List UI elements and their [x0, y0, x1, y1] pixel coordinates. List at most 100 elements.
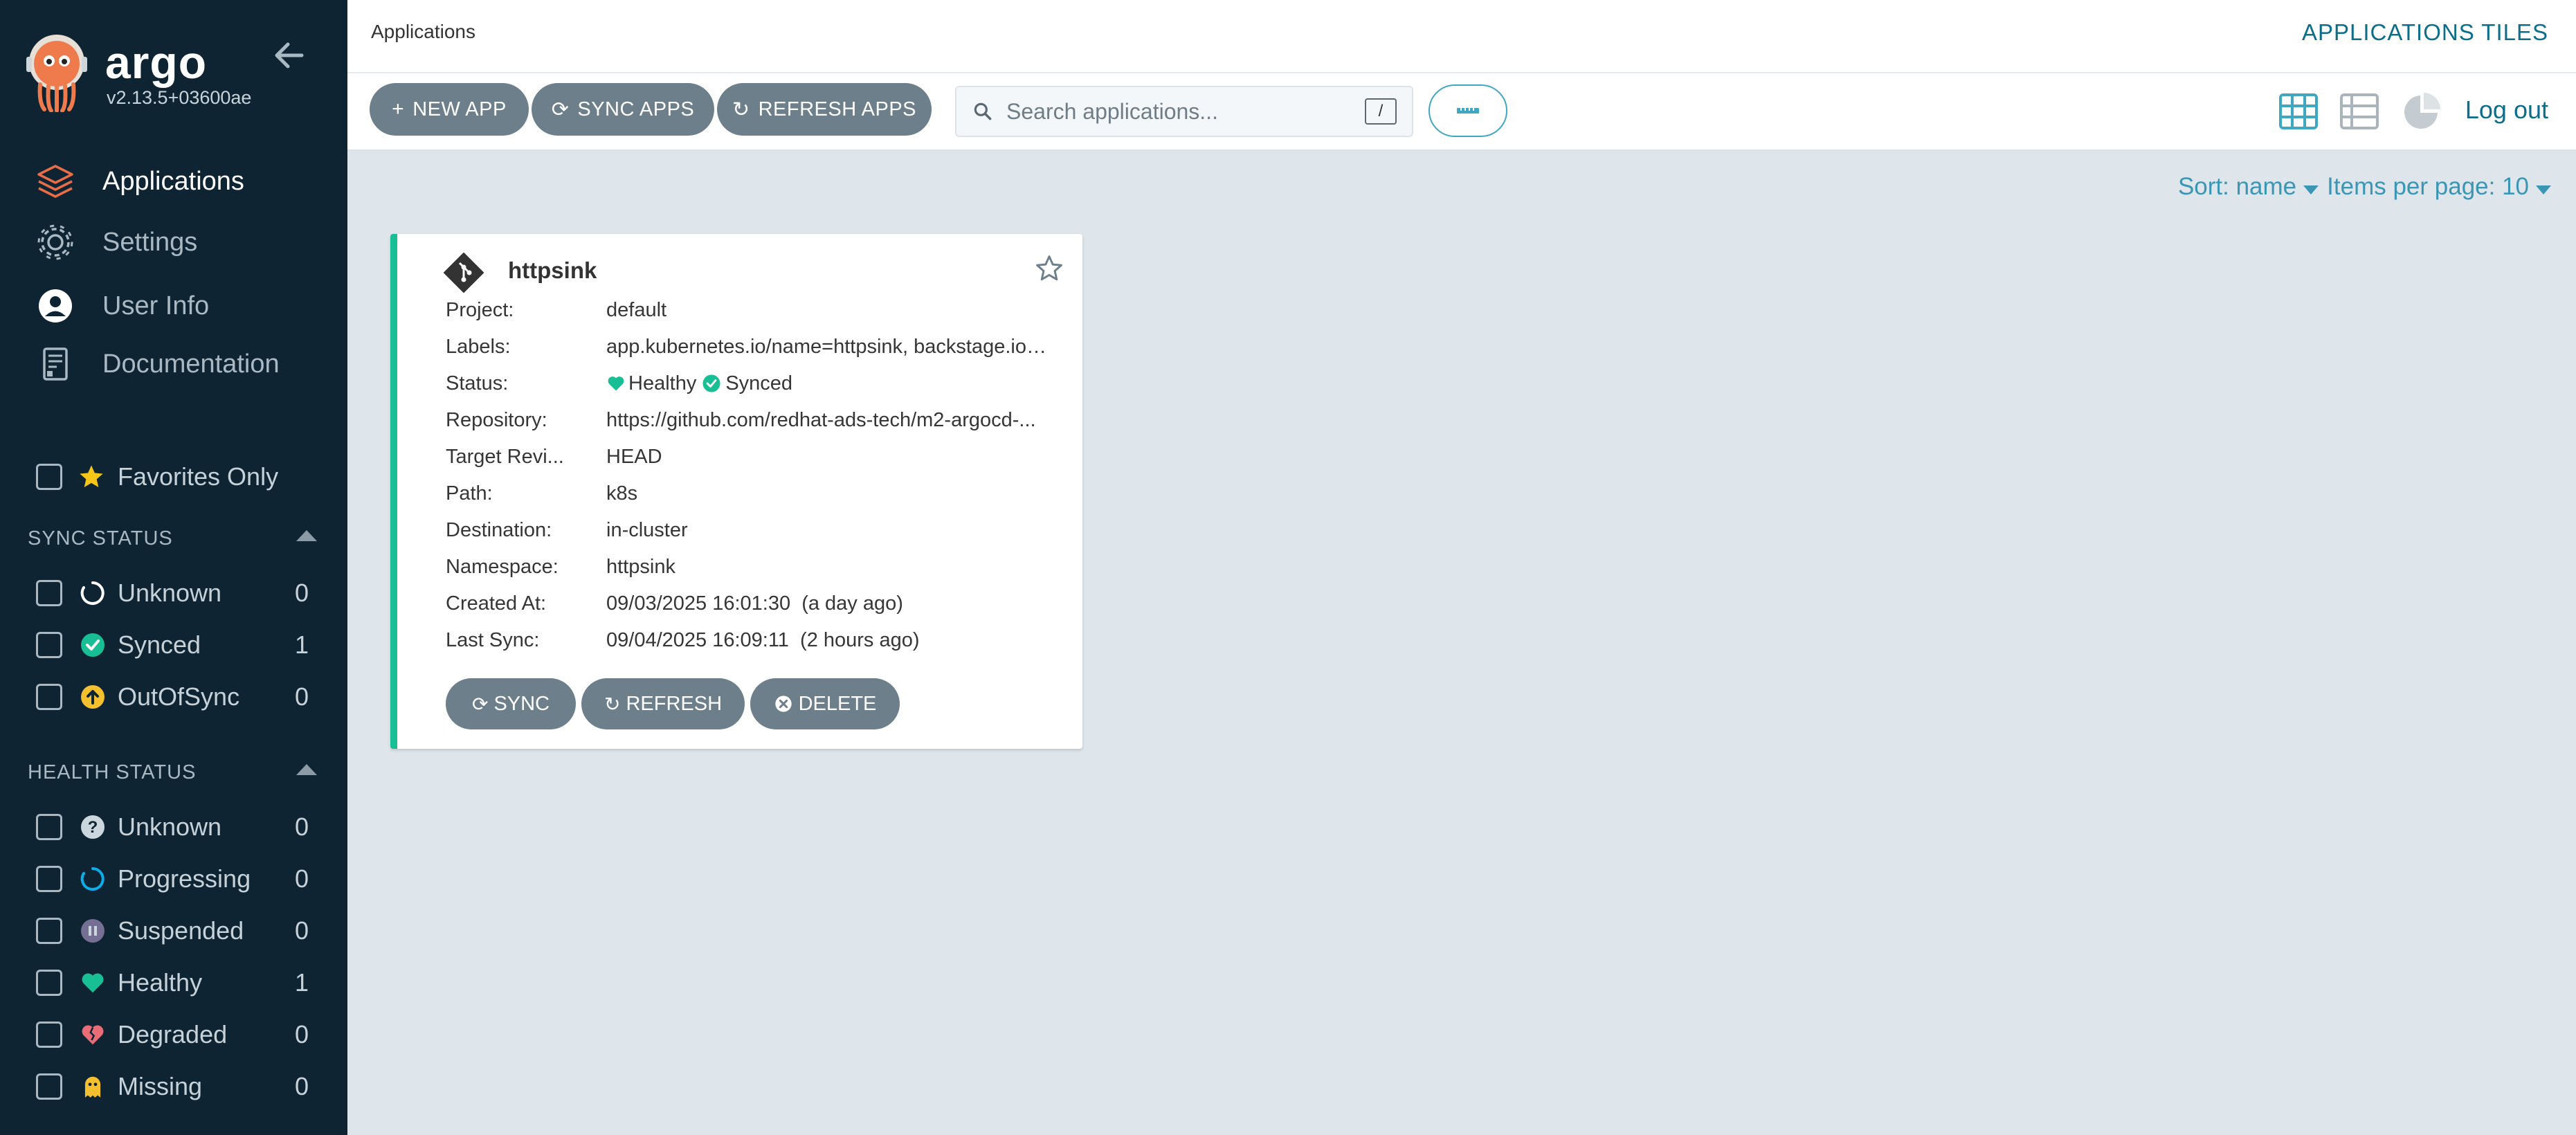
items-per-page-label: Items per page: 10: [2327, 173, 2529, 200]
field-value: app.kubernetes.io/name=httpsink, backsta…: [606, 335, 1049, 358]
sync-status: Synced: [725, 372, 793, 394]
sort-dropdown[interactable]: Sort: name: [2178, 173, 2327, 201]
app-tile[interactable]: httpsink Project: default Labels: app.kube…: [390, 234, 1082, 749]
field-value: 09/03/2025 16:01:30 (a day ago): [606, 592, 903, 615]
sync-apps-button[interactable]: ⟳ SYNC APPS: [532, 83, 714, 136]
favorite-star-icon[interactable]: [1034, 253, 1064, 284]
filter-sync-synced[interactable]: Synced 1: [36, 626, 309, 664]
app-delete-button[interactable]: DELETE: [750, 678, 900, 729]
filter-label: OutOfSync: [118, 682, 240, 711]
filter-count: 1: [294, 968, 309, 997]
check-circle-icon: [79, 631, 107, 659]
app-field-namespace: Namespace: httpsink: [446, 550, 1049, 584]
breadcrumb[interactable]: Applications: [371, 21, 475, 43]
favorites-only-filter[interactable]: Favorites Only: [36, 462, 278, 491]
sync-icon: ⟳: [551, 98, 570, 121]
broken-heart-icon: [79, 1021, 107, 1048]
filter-health-unknown[interactable]: ? Unknown 0: [36, 808, 309, 846]
new-app-label: NEW APP: [412, 98, 507, 120]
collapse-health-status-icon[interactable]: [296, 764, 317, 775]
filter-checkbox[interactable]: [36, 970, 62, 996]
search-icon: [974, 102, 992, 120]
filter-health-missing[interactable]: Missing 0: [36, 1067, 309, 1106]
filter-count: 0: [294, 579, 309, 607]
filter-count: 0: [294, 864, 309, 893]
field-key: Project:: [446, 298, 514, 321]
filter-health-healthy[interactable]: Healthy 1: [36, 963, 309, 1002]
list-view-icon[interactable]: [2339, 91, 2379, 131]
collapse-sync-status-icon[interactable]: [296, 530, 317, 541]
nav-label: Applications: [102, 166, 244, 196]
filter-checkbox[interactable]: [36, 814, 62, 840]
refresh-apps-button[interactable]: ↻ REFRESH APPS: [717, 83, 932, 136]
app-name[interactable]: httpsink: [508, 257, 597, 284]
chevron-down-icon: [2303, 185, 2319, 194]
delete-circle-icon: [774, 696, 792, 712]
sync-apps-label: SYNC APPS: [577, 98, 695, 120]
filter-checkbox[interactable]: [36, 1073, 62, 1100]
filter-checkbox[interactable]: [36, 918, 62, 944]
health-status-title: HEALTH STATUS: [28, 761, 197, 783]
filter-icon: [1457, 108, 1479, 113]
filter-label: Missing: [118, 1072, 203, 1100]
app-field-project: Project: default: [446, 293, 1049, 327]
new-app-button[interactable]: + NEW APP: [370, 83, 529, 136]
items-per-page-dropdown[interactable]: Items per page: 10: [2327, 173, 2551, 201]
tiles-view-icon[interactable]: [2278, 91, 2319, 131]
svg-text:?: ?: [88, 818, 98, 837]
app-sync-button[interactable]: ⟳ SYNC: [446, 678, 576, 729]
filter-checkbox[interactable]: [36, 1021, 62, 1048]
argo-logo-icon[interactable]: [26, 33, 89, 112]
filter-health-degraded[interactable]: Degraded 0: [36, 1015, 309, 1054]
filter-sync-outofsync[interactable]: OutOfSync 0: [36, 678, 309, 716]
filter-checkbox[interactable]: [36, 580, 62, 606]
filter-checkbox[interactable]: [36, 866, 62, 892]
logout-link[interactable]: Log out: [2465, 96, 2548, 125]
field-value: in-cluster: [606, 518, 688, 541]
user-icon: [35, 285, 76, 327]
field-value: httpsink: [606, 555, 675, 578]
git-icon: [444, 253, 484, 293]
filter-label: Unknown: [118, 812, 222, 841]
sync-status-title: SYNC STATUS: [28, 527, 173, 550]
nav-settings[interactable]: Settings: [35, 217, 197, 267]
arrow-up-circle-icon: [79, 683, 107, 711]
filter-health-suspended[interactable]: Suspended 0: [36, 911, 309, 950]
sidebar: argo v2.13.5+03600ae Applications Settin…: [0, 0, 347, 1135]
nav-user-info[interactable]: User Info: [35, 281, 209, 331]
filter-toggle-button[interactable]: [1428, 84, 1507, 137]
filter-sync-unknown[interactable]: Unknown 0: [36, 574, 309, 612]
summary-view-icon[interactable]: [2402, 91, 2442, 131]
app-field-labels: Labels: app.kubernetes.io/name=httpsink, …: [446, 329, 1049, 364]
filter-label: Progressing: [118, 864, 251, 893]
sync-icon: ⟳: [471, 693, 489, 715]
field-key: Last Sync:: [446, 628, 540, 651]
toolbar: + NEW APP ⟳ SYNC APPS ↻ REFRESH APPS Search…: [347, 73, 2576, 151]
field-key: Status:: [446, 372, 509, 394]
sync-label: SYNC: [493, 692, 550, 715]
field-key: Path:: [446, 482, 493, 505]
favorites-checkbox[interactable]: [36, 464, 62, 490]
health-status: Healthy: [628, 372, 697, 394]
argocd-app: argo v2.13.5+03600ae Applications Settin…: [0, 0, 2576, 1135]
app-refresh-button[interactable]: ↻ REFRESH: [581, 678, 745, 729]
nav-documentation[interactable]: Documentation: [35, 339, 280, 389]
filter-checkbox[interactable]: [36, 632, 62, 658]
filter-health-progressing[interactable]: Progressing 0: [36, 860, 309, 898]
heart-icon: [608, 376, 624, 391]
check-circle-icon: [702, 374, 720, 392]
question-circle-icon: ?: [79, 813, 107, 841]
collapse-sidebar-icon[interactable]: [270, 36, 309, 75]
search-placeholder: Search applications...: [1006, 98, 1218, 124]
gear-icon: [35, 221, 76, 263]
filter-label: Degraded: [118, 1020, 228, 1048]
field-value: https://github.com/redhat-ads-tech/m2-ar…: [606, 408, 1036, 431]
filter-label: Suspended: [118, 916, 244, 945]
filter-count: 0: [294, 812, 309, 841]
search-input[interactable]: Search applications... /: [955, 86, 1413, 137]
filter-checkbox[interactable]: [36, 684, 62, 710]
field-value: default: [606, 298, 667, 321]
nav-applications[interactable]: Applications: [35, 156, 244, 206]
nav-label: User Info: [102, 291, 210, 320]
delete-label: DELETE: [798, 692, 877, 715]
